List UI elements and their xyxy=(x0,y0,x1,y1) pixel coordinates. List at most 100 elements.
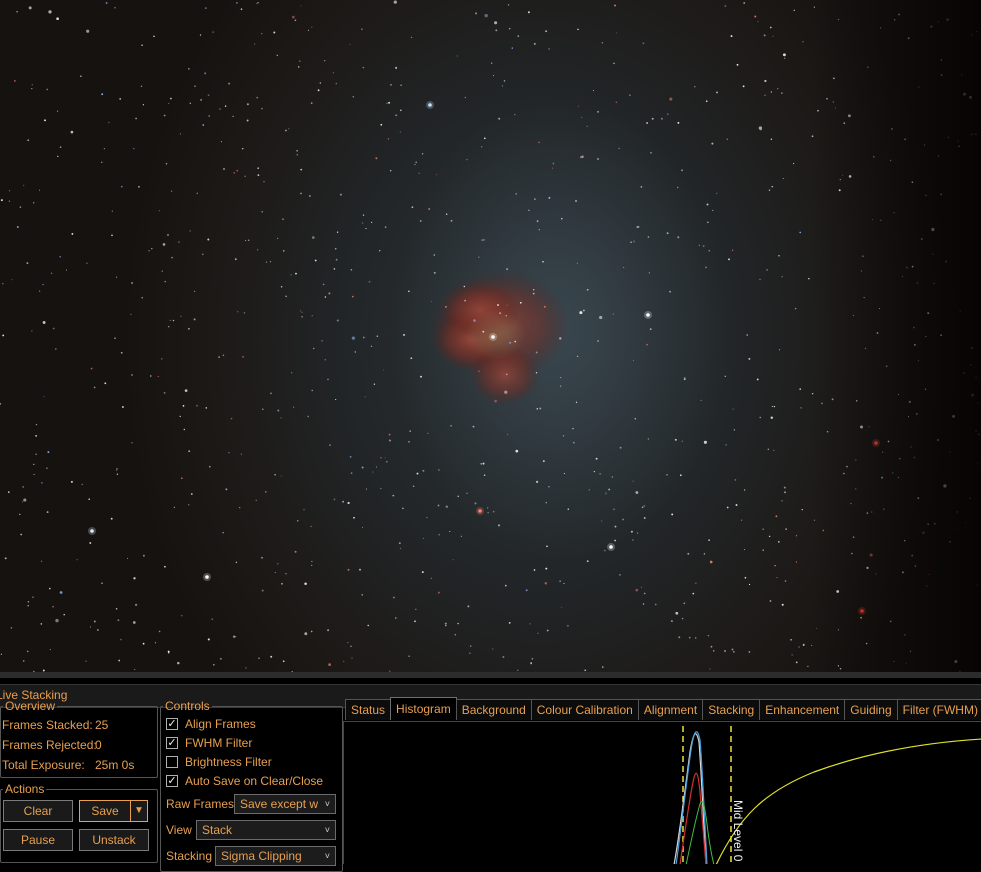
star xyxy=(23,498,27,502)
save-button[interactable]: Save xyxy=(79,800,131,822)
star xyxy=(361,593,364,596)
star xyxy=(256,96,259,99)
histogram-plot[interactable]: Mid Level 0 xyxy=(344,722,981,864)
star xyxy=(26,262,29,265)
star xyxy=(848,175,852,178)
histogram-panel: Mid Level 0 xyxy=(343,721,981,864)
unstack-button[interactable]: Unstack xyxy=(79,829,149,851)
star xyxy=(946,18,949,21)
star xyxy=(949,451,951,453)
star xyxy=(742,85,745,88)
star xyxy=(392,494,395,497)
star xyxy=(916,282,919,284)
pause-button[interactable]: Pause xyxy=(3,829,73,851)
star xyxy=(321,340,323,342)
star xyxy=(572,427,574,430)
clear-button[interactable]: Clear xyxy=(3,800,73,822)
align-frames-checkbox[interactable]: ✓ Align Frames xyxy=(166,716,256,732)
star xyxy=(913,456,916,459)
star xyxy=(150,375,152,377)
tab-colour-calibration[interactable]: Colour Calibration xyxy=(530,699,639,720)
star xyxy=(731,249,734,251)
raw-frames-select[interactable]: Save except w ˅ xyxy=(234,794,336,814)
star xyxy=(452,559,454,561)
star xyxy=(575,401,578,403)
star xyxy=(889,159,892,162)
chevron-down-icon: ˅ xyxy=(324,825,330,835)
auto-save-checkbox[interactable]: ✓ Auto Save on Clear/Close xyxy=(166,773,323,789)
star xyxy=(349,456,352,458)
tab-status[interactable]: Status xyxy=(345,699,392,720)
star xyxy=(184,389,188,392)
star xyxy=(891,128,893,130)
checkbox-icon[interactable] xyxy=(166,756,178,768)
star xyxy=(243,312,246,314)
star xyxy=(879,308,880,310)
star xyxy=(296,154,298,156)
star xyxy=(372,471,374,473)
star xyxy=(299,60,301,62)
star xyxy=(548,196,551,199)
star xyxy=(410,357,413,360)
star xyxy=(281,583,283,585)
star xyxy=(307,29,309,31)
star xyxy=(457,622,459,625)
star xyxy=(288,128,290,130)
brightness-filter-checkbox[interactable]: Brightness Filter xyxy=(166,754,272,770)
star xyxy=(637,225,640,228)
tab-alignment[interactable]: Alignment xyxy=(637,699,704,720)
star xyxy=(567,508,570,511)
tab-enhancement[interactable]: Enhancement xyxy=(759,699,846,720)
stacking-select[interactable]: Sigma Clipping ˅ xyxy=(215,846,336,866)
star xyxy=(228,82,231,85)
tab-background[interactable]: Background xyxy=(455,699,532,720)
star xyxy=(225,488,228,491)
checkbox-icon[interactable]: ✓ xyxy=(166,775,178,787)
view-select[interactable]: Stack ˅ xyxy=(196,820,336,840)
star xyxy=(335,399,337,401)
star xyxy=(408,440,410,443)
checkbox-icon[interactable]: ✓ xyxy=(166,737,178,749)
star xyxy=(199,34,202,36)
star xyxy=(958,145,960,148)
star xyxy=(70,480,73,483)
star xyxy=(304,632,308,636)
star xyxy=(101,582,103,584)
checkbox-icon[interactable]: ✓ xyxy=(166,718,178,730)
star xyxy=(904,540,906,542)
star xyxy=(774,564,776,567)
star xyxy=(118,659,121,662)
star xyxy=(795,535,798,537)
star xyxy=(964,522,967,524)
star xyxy=(866,566,869,569)
star xyxy=(276,237,279,240)
star xyxy=(841,174,844,176)
star xyxy=(35,453,37,455)
star xyxy=(498,524,500,527)
star xyxy=(375,466,378,468)
save-dropdown-icon[interactable]: ▼ xyxy=(130,800,148,822)
star xyxy=(33,473,35,475)
star xyxy=(918,86,920,88)
star xyxy=(924,144,926,146)
star xyxy=(897,393,900,396)
star xyxy=(437,504,440,507)
stacked-image-view[interactable] xyxy=(0,0,981,672)
tab-stacking[interactable]: Stacking xyxy=(702,699,761,720)
tab-filter-fwhm[interactable]: Filter (FWHM) xyxy=(896,699,981,720)
star xyxy=(970,393,974,397)
star xyxy=(947,136,950,138)
star xyxy=(504,584,507,587)
star xyxy=(781,603,784,606)
star xyxy=(576,262,578,264)
tab-histogram[interactable]: Histogram xyxy=(390,697,457,720)
tab-guiding[interactable]: Guiding xyxy=(844,699,898,720)
star xyxy=(891,472,894,474)
star xyxy=(576,355,579,358)
star xyxy=(412,485,415,488)
star xyxy=(27,601,30,603)
star xyxy=(478,256,480,258)
fwhm-filter-checkbox[interactable]: ✓ FWHM Filter xyxy=(166,735,252,751)
star xyxy=(290,274,292,276)
star xyxy=(370,221,373,224)
